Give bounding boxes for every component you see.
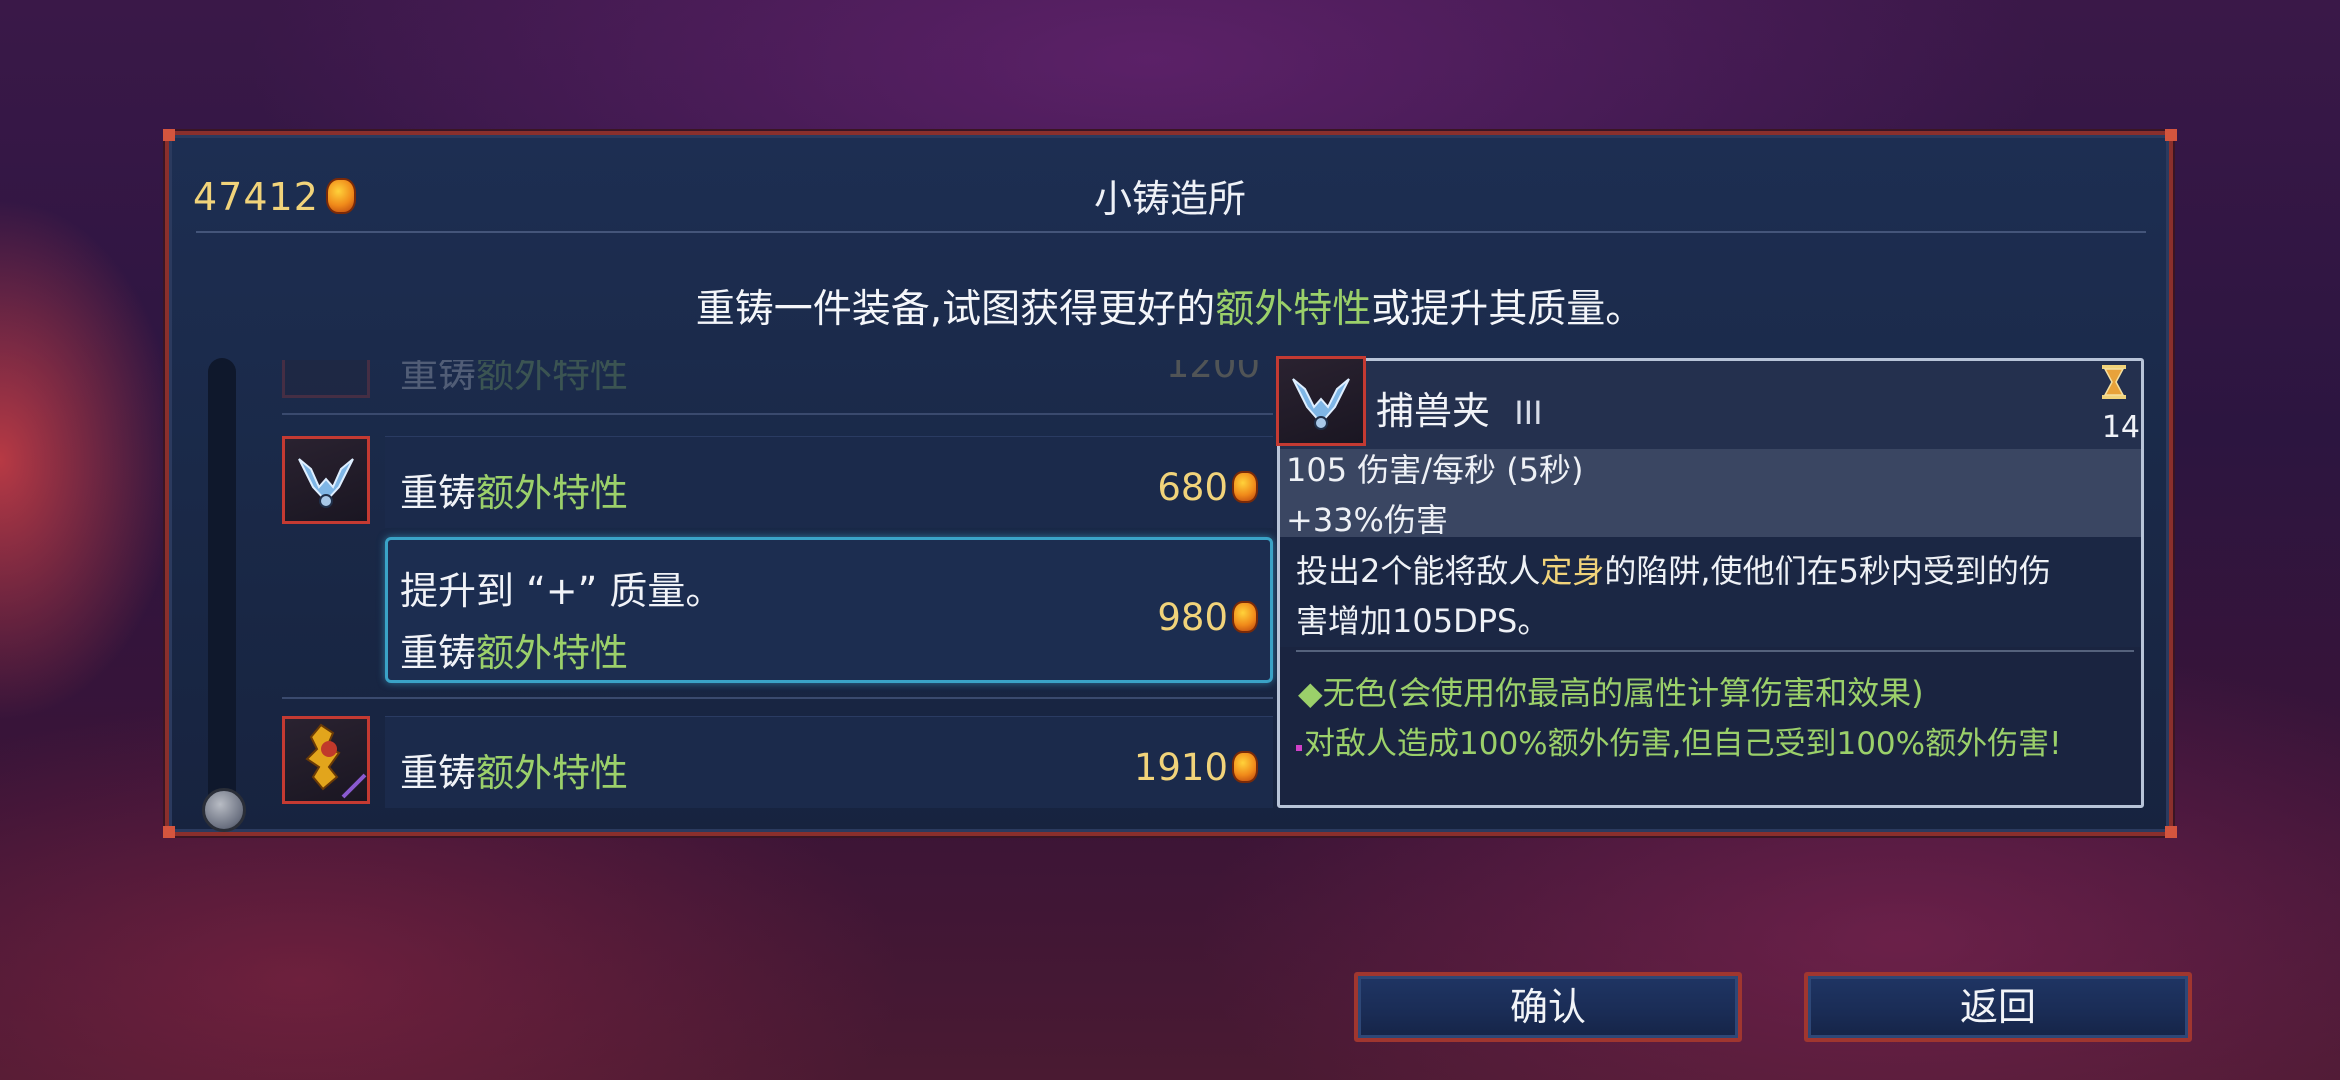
hourglass-icon: [2100, 364, 2128, 400]
description-text: 重铸一件装备,试图获得更好的: [695, 287, 1216, 332]
page-title: 小铸造所: [1093, 177, 1246, 221]
gold-cell-icon: [1232, 601, 1258, 633]
desc-text: 投出2个能将敌人: [1296, 552, 1541, 590]
row-upgrade-label: 提升到 “+” 质量。: [400, 569, 724, 613]
row-label-prefix: 重铸: [400, 751, 477, 795]
row-label: 重铸额外特性: [400, 462, 628, 517]
tooltip-affix-curse: 对敌人造成100%额外伤害,但自己受到100%额外伤害!: [1304, 726, 2062, 762]
scrollbar-thumb[interactable]: [202, 788, 246, 832]
row-price: 1910: [1086, 746, 1258, 789]
row-label-prefix: 重铸: [400, 631, 477, 675]
row-label-prefix: 重铸: [400, 471, 477, 515]
cooldown-value: 14: [2101, 410, 2140, 445]
row-label: 重铸额外特性: [400, 742, 628, 797]
confirm-button[interactable]: 确认: [1354, 972, 1742, 1042]
golden-weapon-icon: [282, 716, 370, 804]
row-price: 680: [1100, 466, 1258, 509]
gold-cell-icon: [1232, 471, 1258, 503]
description-text-end: 或提升其质量。: [1371, 287, 1645, 332]
tooltip-description-line1: 投出2个能将敌人定身的陷阱,使他们在5秒内受到的伤: [1296, 546, 2051, 592]
row-label-highlight: 额外特性: [476, 471, 629, 515]
back-button[interactable]: 返回: [1804, 972, 2192, 1042]
row-divider: [282, 697, 1273, 699]
desc-highlight: 定身: [1540, 552, 1605, 590]
panel-corner: [2165, 826, 2177, 838]
description-highlight: 额外特性: [1215, 287, 1372, 332]
price-value: 1910: [1133, 746, 1228, 789]
curse-bullet-icon: [1296, 745, 1302, 751]
item-name: 捕兽夹: [1376, 389, 1491, 433]
price-value: 980: [1157, 596, 1228, 639]
row-price: 980: [1100, 596, 1258, 639]
item-level: III: [1514, 394, 1543, 432]
row-label-highlight: 额外特性: [476, 631, 629, 675]
title-divider: [196, 231, 2146, 233]
gold-cell-icon: [1232, 751, 1258, 783]
desc-text-end: 的陷阱,使他们在5秒内受到的伤: [1604, 552, 2051, 590]
scroll-fade: [270, 330, 1280, 360]
panel-corner: [163, 826, 175, 838]
panel-corner: [163, 129, 175, 141]
row-divider: [282, 413, 1273, 415]
wolf-trap-icon: [1276, 356, 1366, 446]
tooltip-divider: [1296, 650, 2134, 652]
tooltip-bonus-stat: +33%伤害: [1286, 501, 1448, 539]
scrollbar-track[interactable]: [208, 358, 236, 808]
price-value: 680: [1157, 466, 1228, 509]
row-label-highlight: 额外特性: [476, 751, 629, 795]
tooltip-item-name: 捕兽夹 III: [1376, 380, 1543, 435]
tooltip-damage-stat: 105 伤害/每秒 (5秒): [1286, 451, 1584, 489]
tooltip-affix-color: ◆无色(会使用你最高的属性计算伤害和效果): [1298, 674, 1924, 712]
tooltip-description-line2: 害增加105DPS。: [1296, 602, 1550, 640]
panel-corner: [2165, 129, 2177, 141]
wolf-trap-icon: [282, 436, 370, 524]
row-label: 重铸额外特性: [400, 622, 628, 677]
forge-description: 重铸一件装备,试图获得更好的额外特性或提升其质量。: [0, 278, 2340, 334]
